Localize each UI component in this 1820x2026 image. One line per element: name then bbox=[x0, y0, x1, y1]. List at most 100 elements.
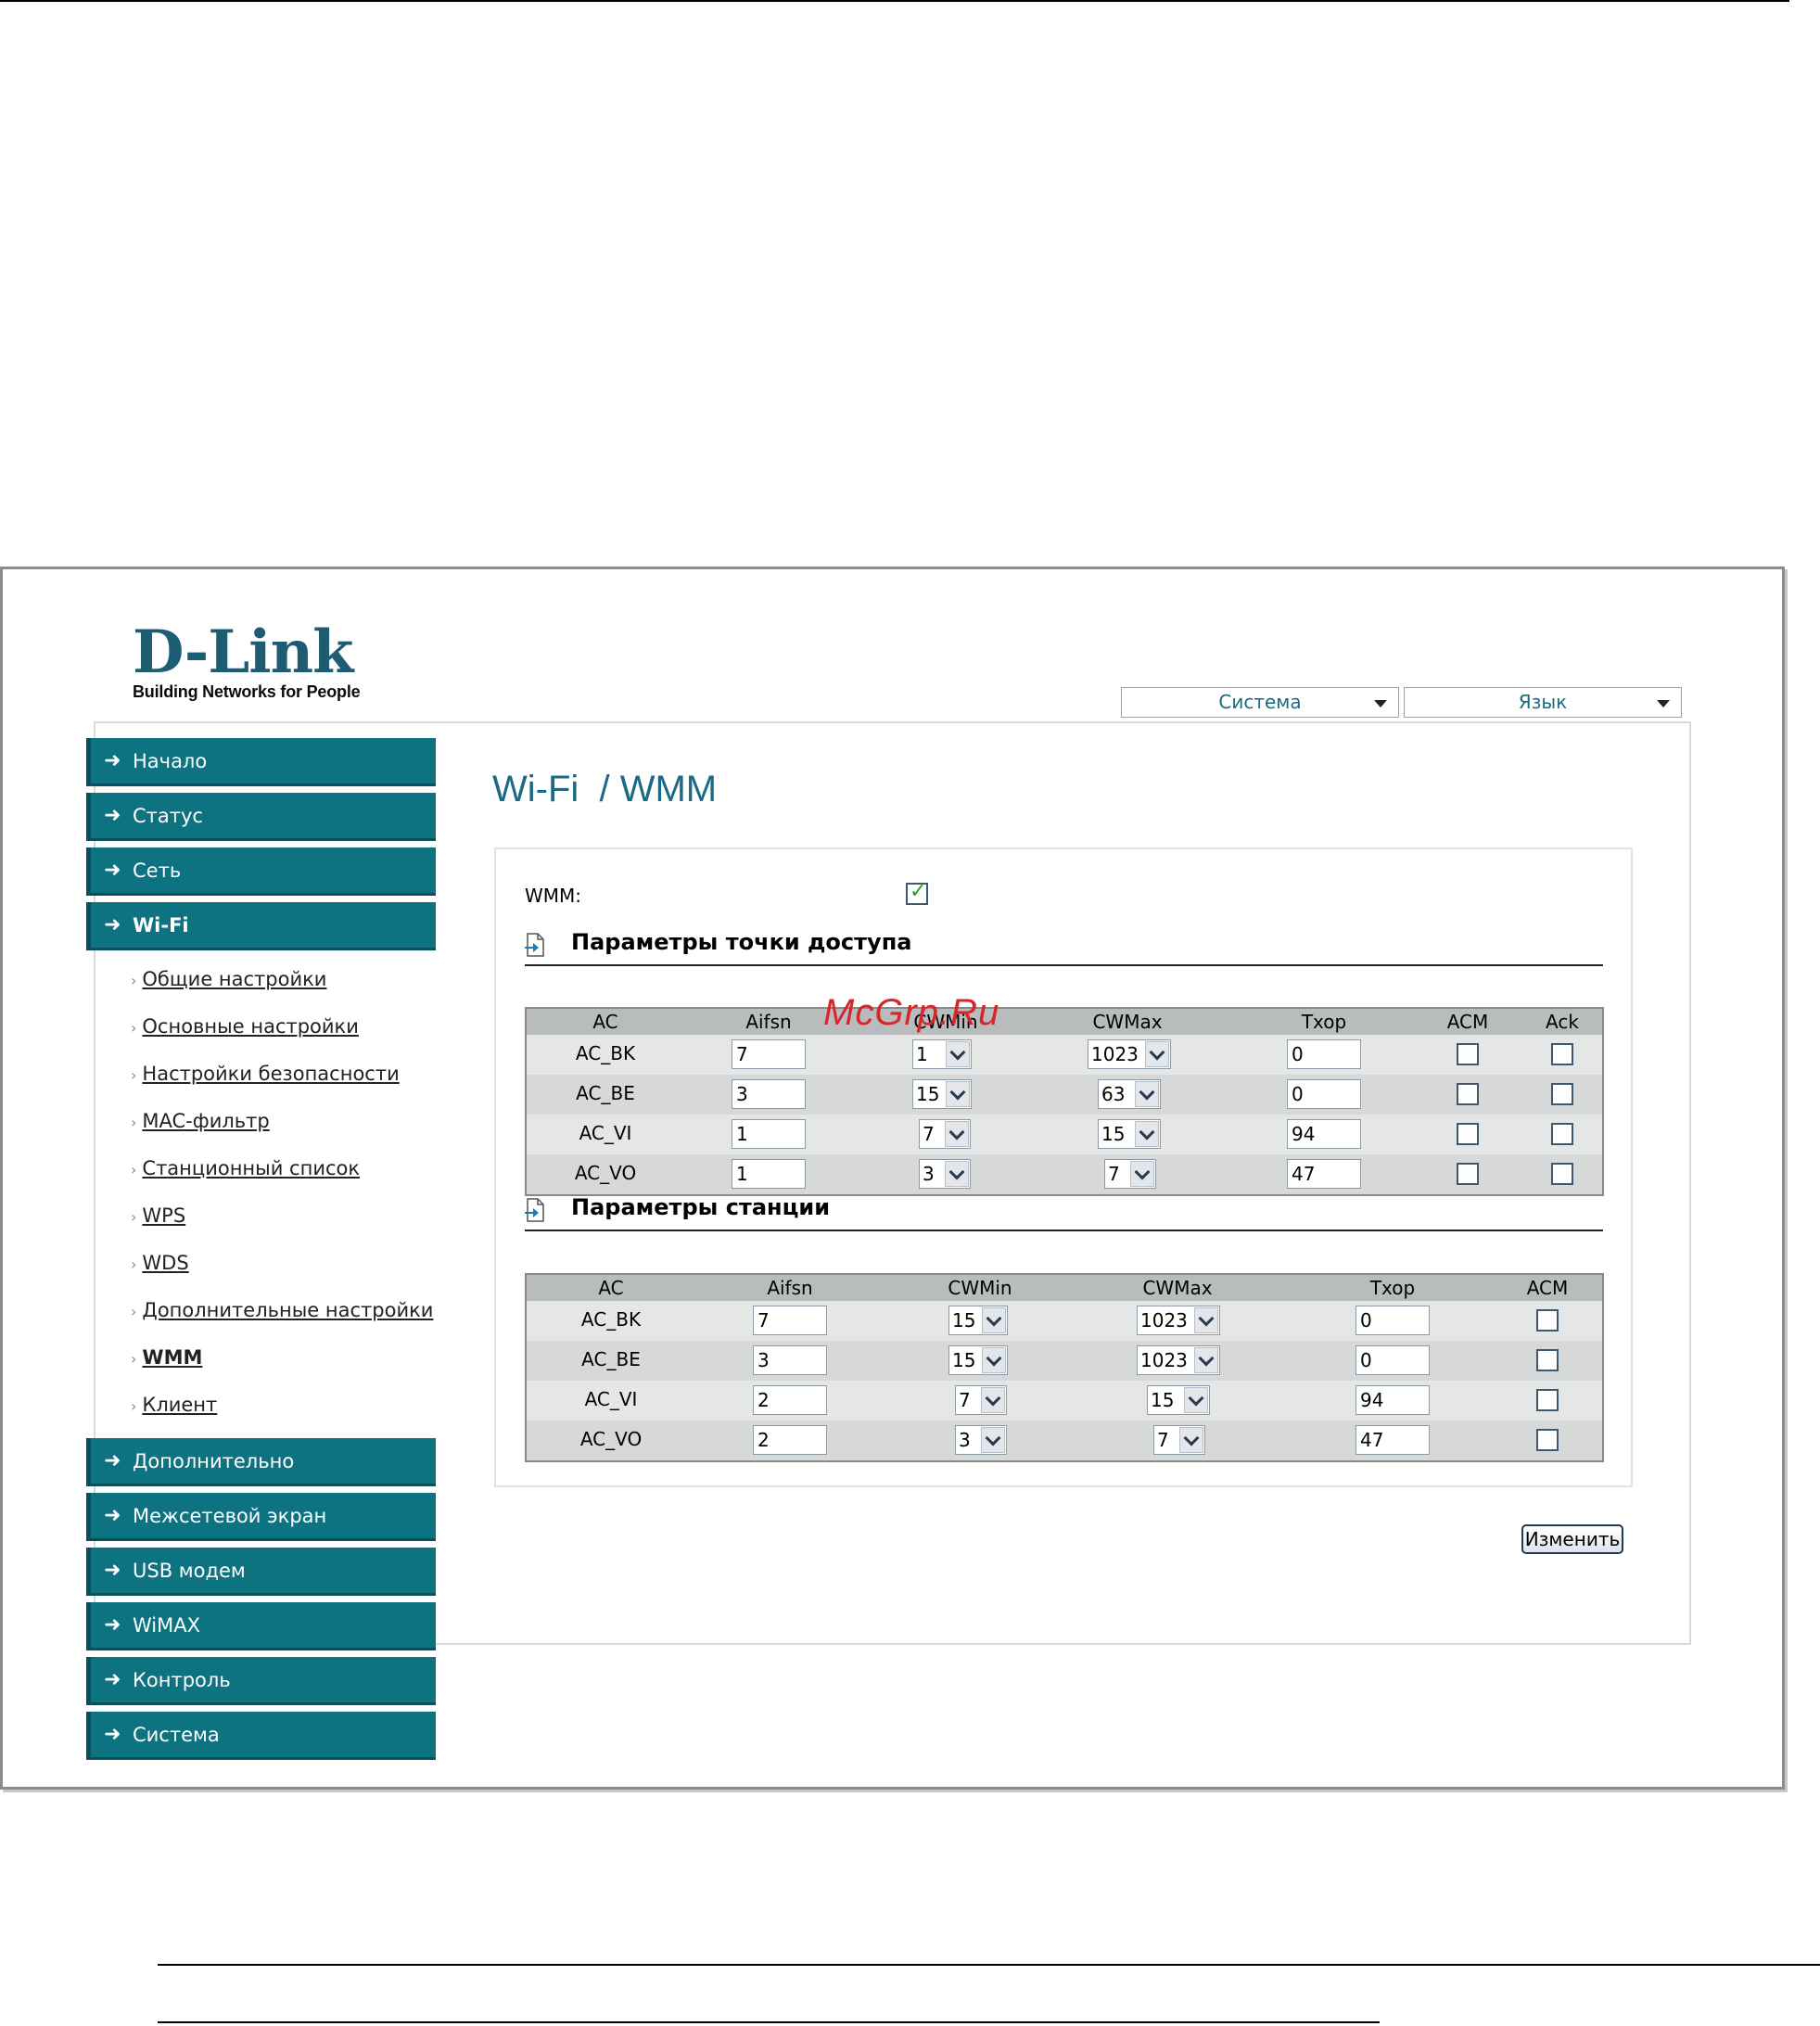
submenu-station-list[interactable]: › Станционный список bbox=[86, 1145, 436, 1192]
txop-input[interactable]: 0 bbox=[1355, 1345, 1430, 1375]
table-row: AC_BK 7 15 1023 0 bbox=[527, 1301, 1602, 1341]
table-row: AC_BE 3 15 63 0 bbox=[527, 1075, 1602, 1115]
submenu-wmm[interactable]: › WMM bbox=[86, 1334, 436, 1382]
select-value: 15 bbox=[916, 1083, 940, 1105]
ack-checkbox[interactable] bbox=[1551, 1163, 1573, 1185]
submenu-label: Настройки безопасности bbox=[142, 1063, 400, 1085]
aifsn-input[interactable]: 3 bbox=[753, 1345, 827, 1375]
aifsn-input[interactable]: 1 bbox=[732, 1159, 806, 1189]
aifsn-input[interactable]: 2 bbox=[753, 1385, 827, 1415]
acm-checkbox[interactable] bbox=[1457, 1083, 1479, 1105]
cwmin-select[interactable]: 7 bbox=[955, 1385, 1007, 1415]
sidebar-item-wifi[interactable]: ➜ Wi-Fi bbox=[86, 902, 436, 950]
ap-params-rows: AC_BK 7 1 1023 0 AC_BE 3 15 63 0 AC_VI 1… bbox=[527, 1035, 1602, 1194]
select-value: 1 bbox=[916, 1043, 928, 1065]
chevron-down-icon bbox=[981, 1427, 1005, 1453]
arrow-right-icon: ➜ bbox=[104, 804, 121, 827]
txop-input[interactable]: 0 bbox=[1287, 1039, 1361, 1069]
aifsn-input[interactable]: 7 bbox=[732, 1039, 806, 1069]
aifsn-input[interactable]: 2 bbox=[753, 1425, 827, 1455]
submenu-wps[interactable]: › WPS bbox=[86, 1192, 436, 1240]
arrow-right-icon: ➜ bbox=[104, 1613, 121, 1637]
cwmin-select[interactable]: 15 bbox=[912, 1079, 972, 1109]
cwmax-select[interactable]: 15 bbox=[1098, 1119, 1161, 1149]
arrow-right-icon: ➜ bbox=[104, 1504, 121, 1527]
wmm-enable-checkbox[interactable] bbox=[906, 880, 928, 905]
cwmax-select[interactable]: 1023 bbox=[1137, 1345, 1220, 1375]
chevron-down-icon bbox=[1135, 1121, 1159, 1147]
caret-down-icon bbox=[1374, 700, 1387, 707]
acm-checkbox[interactable] bbox=[1457, 1163, 1479, 1185]
caret-down-icon bbox=[1657, 700, 1670, 707]
cwmax-select[interactable]: 7 bbox=[1104, 1159, 1156, 1189]
cwmin-select[interactable]: 15 bbox=[948, 1306, 1008, 1335]
acm-checkbox[interactable] bbox=[1536, 1389, 1559, 1411]
cwmin-select[interactable]: 15 bbox=[948, 1345, 1008, 1375]
cwmin-select[interactable]: 7 bbox=[919, 1119, 971, 1149]
cwmax-select[interactable]: 63 bbox=[1098, 1079, 1161, 1109]
submenu-client[interactable]: › Клиент bbox=[86, 1382, 436, 1429]
sidebar-item-system[interactable]: ➜ Система bbox=[86, 1712, 436, 1760]
submenu-security[interactable]: › Настройки безопасности bbox=[86, 1051, 436, 1098]
language-menu-dropdown[interactable]: Язык bbox=[1404, 687, 1682, 718]
acm-checkbox[interactable] bbox=[1536, 1429, 1559, 1451]
sidebar-item-control[interactable]: ➜ Контроль bbox=[86, 1657, 436, 1705]
acm-checkbox[interactable] bbox=[1536, 1309, 1559, 1332]
acm-checkbox[interactable] bbox=[1536, 1349, 1559, 1371]
sidebar-item-advanced[interactable]: ➜ Дополнительно bbox=[86, 1438, 436, 1486]
submenu-wds[interactable]: › WDS bbox=[86, 1240, 436, 1287]
submenu-advanced[interactable]: › Дополнительные настройки bbox=[86, 1287, 436, 1334]
cwmin-select[interactable]: 1 bbox=[912, 1039, 972, 1069]
submenu-label: WDS bbox=[142, 1252, 189, 1274]
ack-checkbox[interactable] bbox=[1551, 1123, 1573, 1145]
sidebar-item-home[interactable]: ➜ Начало bbox=[86, 738, 436, 786]
cwmin-select[interactable]: 3 bbox=[919, 1159, 971, 1189]
page-title: Wi-Fi / WMM bbox=[492, 769, 718, 809]
submenu-label: WPS bbox=[142, 1204, 186, 1227]
ack-checkbox[interactable] bbox=[1551, 1083, 1573, 1105]
ac-name: AC_BK bbox=[580, 1308, 642, 1331]
cwmin-select[interactable]: 3 bbox=[955, 1425, 1007, 1455]
cwmax-select[interactable]: 7 bbox=[1153, 1425, 1205, 1455]
txop-input[interactable]: 94 bbox=[1287, 1119, 1361, 1149]
txop-input[interactable]: 47 bbox=[1287, 1159, 1361, 1189]
txop-input[interactable]: 0 bbox=[1355, 1306, 1430, 1335]
acm-checkbox[interactable] bbox=[1457, 1123, 1479, 1145]
cwmax-select[interactable]: 1023 bbox=[1137, 1306, 1220, 1335]
aifsn-input[interactable]: 7 bbox=[753, 1306, 827, 1335]
sidebar-item-usb-modem[interactable]: ➜ USB модем bbox=[86, 1548, 436, 1596]
cwmax-select[interactable]: 1023 bbox=[1088, 1039, 1171, 1069]
submenu-mac-filter[interactable]: › MAC-фильтр bbox=[86, 1098, 436, 1145]
ac-name: AC_VO bbox=[579, 1428, 643, 1450]
bullet-icon: › bbox=[131, 1350, 137, 1368]
submenu-general[interactable]: › Общие настройки bbox=[86, 956, 436, 1003]
txop-input[interactable]: 0 bbox=[1287, 1079, 1361, 1109]
chevron-down-icon bbox=[982, 1307, 1006, 1333]
cwmax-select[interactable]: 15 bbox=[1147, 1385, 1210, 1415]
chevron-down-icon bbox=[1145, 1041, 1169, 1067]
sidebar-item-status[interactable]: ➜ Статус bbox=[86, 793, 436, 841]
table-row: AC_VO 2 3 7 47 bbox=[527, 1421, 1602, 1460]
ack-checkbox[interactable] bbox=[1551, 1043, 1573, 1065]
sidebar-item-firewall[interactable]: ➜ Межсетевой экран bbox=[86, 1493, 436, 1541]
select-value: 7 bbox=[1108, 1163, 1120, 1185]
system-menu-dropdown[interactable]: Система bbox=[1121, 687, 1399, 718]
aifsn-input[interactable]: 1 bbox=[732, 1119, 806, 1149]
apply-button[interactable]: Изменить bbox=[1521, 1524, 1623, 1554]
column-header: ACM bbox=[1446, 1011, 1489, 1033]
wmm-settings-panel: WMM: Параметры точки доступа AC Aifsn CW… bbox=[494, 847, 1633, 1487]
system-menu-label: Система bbox=[1218, 691, 1302, 713]
aifsn-input[interactable]: 3 bbox=[732, 1079, 806, 1109]
submenu-basic[interactable]: › Основные настройки bbox=[86, 1003, 436, 1051]
chevron-down-icon bbox=[946, 1041, 970, 1067]
acm-checkbox[interactable] bbox=[1457, 1043, 1479, 1065]
bullet-icon: › bbox=[131, 972, 137, 989]
chevron-down-icon bbox=[981, 1387, 1005, 1413]
txop-input[interactable]: 47 bbox=[1355, 1425, 1430, 1455]
arrow-right-icon: ➜ bbox=[104, 749, 121, 772]
txop-input[interactable]: 94 bbox=[1355, 1385, 1430, 1415]
wifi-submenu: › Общие настройки › Основные настройки › На… bbox=[86, 950, 436, 1438]
sidebar-item-label: USB модем bbox=[133, 1560, 246, 1582]
sidebar-item-wimax[interactable]: ➜ WiMAX bbox=[86, 1602, 436, 1650]
sidebar-item-network[interactable]: ➜ Сеть bbox=[86, 847, 436, 896]
